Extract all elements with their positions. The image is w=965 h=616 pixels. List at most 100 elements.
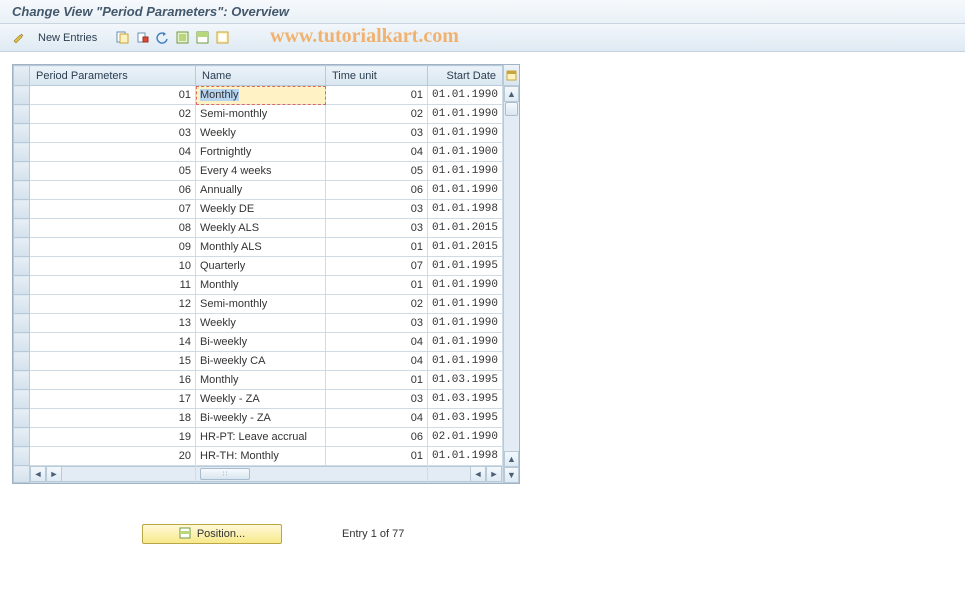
row-selector[interactable] <box>14 447 30 466</box>
cell-start-date[interactable]: 01.01.2015 <box>428 238 503 257</box>
cell-name[interactable]: Weekly <box>196 314 326 333</box>
row-selector[interactable] <box>14 371 30 390</box>
cell-period-parameter[interactable]: 17 <box>30 390 196 409</box>
cell-period-parameter[interactable]: 18 <box>30 409 196 428</box>
cell-name[interactable]: HR-PT: Leave accrual <box>196 428 326 447</box>
cell-period-parameter[interactable]: 01 <box>30 86 196 105</box>
cell-time-unit[interactable]: 02 <box>326 295 428 314</box>
col-start-date[interactable]: Start Date <box>428 66 503 86</box>
cell-start-date[interactable]: 01.01.1990 <box>428 162 503 181</box>
cell-time-unit[interactable]: 03 <box>326 200 428 219</box>
cell-name[interactable]: Monthly <box>196 276 326 295</box>
cell-name[interactable]: Monthly <box>196 371 326 390</box>
row-selector[interactable] <box>14 124 30 143</box>
cell-period-parameter[interactable]: 07 <box>30 200 196 219</box>
cell-time-unit[interactable]: 04 <box>326 409 428 428</box>
vscroll-up-arrow2-icon[interactable]: ▲ <box>504 451 519 467</box>
cell-period-parameter[interactable]: 14 <box>30 333 196 352</box>
col-time-unit[interactable]: Time unit <box>326 66 428 86</box>
cell-start-date[interactable]: 01.01.1998 <box>428 447 503 466</box>
cell-start-date[interactable]: 01.03.1995 <box>428 409 503 428</box>
cell-name[interactable]: Weekly ALS <box>196 219 326 238</box>
cell-period-parameter[interactable]: 03 <box>30 124 196 143</box>
row-selector[interactable] <box>14 200 30 219</box>
cell-time-unit[interactable]: 05 <box>326 162 428 181</box>
cell-start-date[interactable]: 01.03.1995 <box>428 371 503 390</box>
row-selector[interactable] <box>14 390 30 409</box>
cell-start-date[interactable]: 01.01.1990 <box>428 295 503 314</box>
row-selector[interactable] <box>14 428 30 447</box>
cell-time-unit[interactable]: 06 <box>326 428 428 447</box>
cell-period-parameter[interactable]: 09 <box>30 238 196 257</box>
cell-name[interactable]: HR-TH: Monthly <box>196 447 326 466</box>
cell-name[interactable]: Weekly DE <box>196 200 326 219</box>
cell-start-date[interactable]: 02.01.1990 <box>428 428 503 447</box>
cell-period-parameter[interactable]: 06 <box>30 181 196 200</box>
cell-time-unit[interactable]: 01 <box>326 447 428 466</box>
cell-time-unit[interactable]: 03 <box>326 390 428 409</box>
cell-name[interactable]: Weekly - ZA <box>196 390 326 409</box>
cell-period-parameter[interactable]: 04 <box>30 143 196 162</box>
position-button[interactable]: Position... <box>142 524 282 544</box>
row-selector[interactable] <box>14 238 30 257</box>
row-selector[interactable] <box>14 276 30 295</box>
cell-time-unit[interactable]: 04 <box>326 352 428 371</box>
cell-name[interactable]: Bi-weekly - ZA <box>196 409 326 428</box>
new-entries-button[interactable]: New Entries <box>30 30 105 46</box>
hscroll-left-arrow2-icon[interactable]: ◄ <box>470 466 486 482</box>
select-all-icon[interactable] <box>173 29 191 47</box>
cell-period-parameter[interactable]: 15 <box>30 352 196 371</box>
row-selector[interactable] <box>14 333 30 352</box>
cell-period-parameter[interactable]: 19 <box>30 428 196 447</box>
hscroll-left-arrow-icon[interactable]: ◄ <box>30 466 46 482</box>
cell-time-unit[interactable]: 03 <box>326 124 428 143</box>
cell-name[interactable]: Bi-weekly <box>196 333 326 352</box>
cell-start-date[interactable]: 01.03.1995 <box>428 390 503 409</box>
cell-time-unit[interactable]: 03 <box>326 314 428 333</box>
cell-name[interactable]: Monthly <box>196 86 326 105</box>
cell-start-date[interactable]: 01.01.1995 <box>428 257 503 276</box>
cell-time-unit[interactable]: 02 <box>326 105 428 124</box>
vscroll-track[interactable] <box>504 102 519 451</box>
cell-time-unit[interactable]: 04 <box>326 333 428 352</box>
cell-name[interactable]: Semi-monthly <box>196 295 326 314</box>
hscroll-right-arrow-icon[interactable]: ► <box>46 466 62 482</box>
cell-start-date[interactable]: 01.01.2015 <box>428 219 503 238</box>
cell-start-date[interactable]: 01.01.1990 <box>428 314 503 333</box>
row-selector[interactable] <box>14 219 30 238</box>
cell-start-date[interactable]: 01.01.1990 <box>428 352 503 371</box>
deselect-all-icon[interactable] <box>213 29 231 47</box>
select-block-icon[interactable] <box>193 29 211 47</box>
toggle-display-icon[interactable] <box>10 29 28 47</box>
cell-start-date[interactable]: 01.01.1998 <box>428 200 503 219</box>
cell-time-unit[interactable]: 01 <box>326 238 428 257</box>
cell-period-parameter[interactable]: 13 <box>30 314 196 333</box>
cell-period-parameter[interactable]: 12 <box>30 295 196 314</box>
cell-period-parameter[interactable]: 16 <box>30 371 196 390</box>
row-selector[interactable] <box>14 105 30 124</box>
cell-time-unit[interactable]: 01 <box>326 371 428 390</box>
row-selector[interactable] <box>14 257 30 276</box>
row-selector[interactable] <box>14 352 30 371</box>
cell-time-unit[interactable]: 01 <box>326 86 428 105</box>
row-selector[interactable] <box>14 86 30 105</box>
cell-period-parameter[interactable]: 08 <box>30 219 196 238</box>
undo-icon[interactable] <box>153 29 171 47</box>
row-selector[interactable] <box>14 162 30 181</box>
cell-start-date[interactable]: 01.01.1990 <box>428 276 503 295</box>
cell-period-parameter[interactable]: 10 <box>30 257 196 276</box>
col-period-parameters[interactable]: Period Parameters <box>30 66 196 86</box>
cell-start-date[interactable]: 01.01.1990 <box>428 105 503 124</box>
row-selector[interactable] <box>14 143 30 162</box>
cell-name[interactable]: Fortnightly <box>196 143 326 162</box>
cell-start-date[interactable]: 01.01.1900 <box>428 143 503 162</box>
cell-time-unit[interactable]: 06 <box>326 181 428 200</box>
cell-start-date[interactable]: 01.01.1990 <box>428 124 503 143</box>
hscroll-right-arrow2-icon[interactable]: ► <box>486 466 502 482</box>
vscroll-down-arrow-icon[interactable]: ▼ <box>504 467 519 483</box>
cell-period-parameter[interactable]: 02 <box>30 105 196 124</box>
row-header-column[interactable] <box>14 66 30 86</box>
hscroll-track[interactable]: ∷ <box>196 466 296 482</box>
cell-time-unit[interactable]: 07 <box>326 257 428 276</box>
delete-icon[interactable] <box>133 29 151 47</box>
